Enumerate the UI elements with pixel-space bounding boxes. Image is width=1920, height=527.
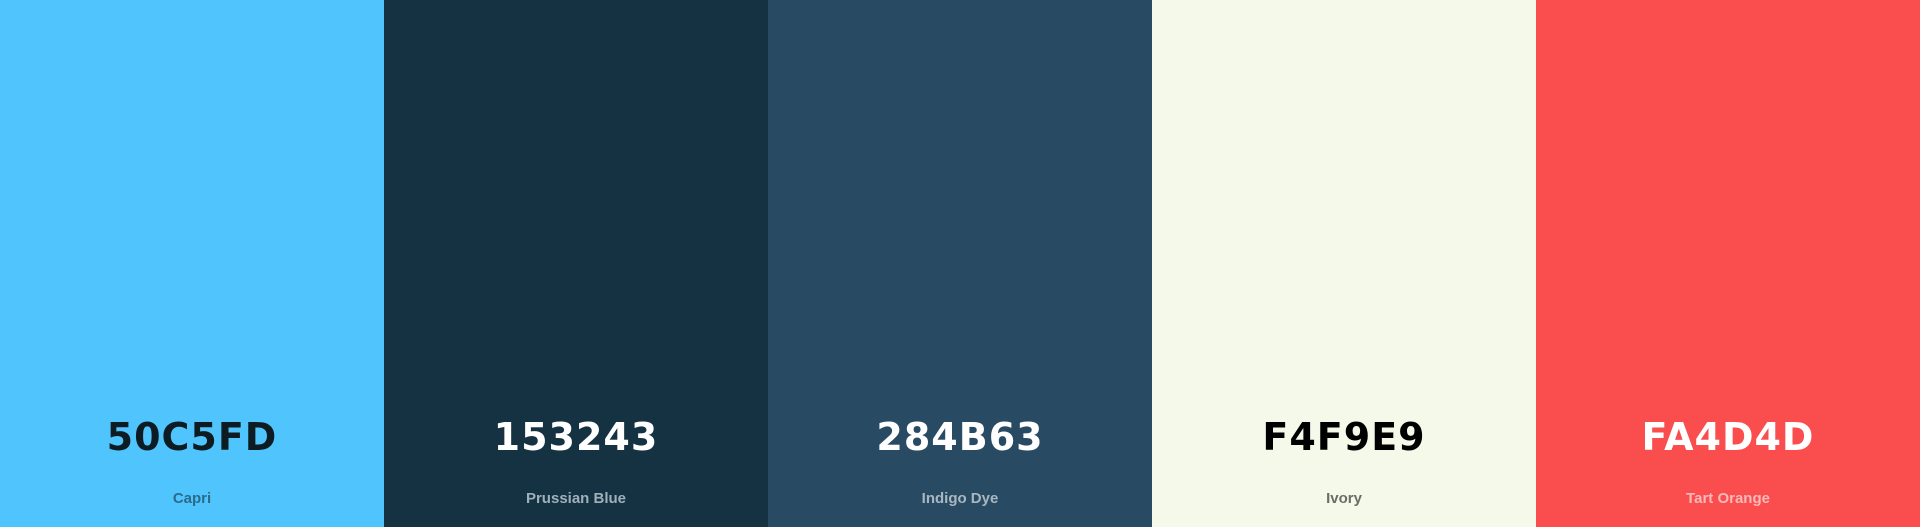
swatch-color-name: Prussian Blue xyxy=(525,490,627,507)
swatch-tart-orange[interactable]: FA4D4D Tart Orange xyxy=(1536,0,1920,527)
swatch-hex-code[interactable]: F4F9E9 xyxy=(1152,413,1536,461)
swatch-hex-code[interactable]: FA4D4D xyxy=(1536,413,1920,461)
swatch-prussian-blue[interactable]: 153243 Prussian Blue xyxy=(384,0,768,527)
swatch-indigo-dye[interactable]: 284B63 Indigo Dye xyxy=(768,0,1152,527)
swatch-hex-code[interactable]: 153243 xyxy=(384,413,768,461)
swatch-capri[interactable]: 50C5FD Capri xyxy=(0,0,384,527)
swatch-hex-code[interactable]: 284B63 xyxy=(768,413,1152,461)
swatch-ivory[interactable]: F4F9E9 Ivory xyxy=(1152,0,1536,527)
swatch-color-name: Capri xyxy=(172,490,212,507)
swatch-color-name: Tart Orange xyxy=(1686,490,1770,507)
color-palette: 50C5FD Capri 153243 Prussian Blue 284B63… xyxy=(0,0,1920,527)
swatch-color-name: Ivory xyxy=(1326,490,1362,507)
swatch-color-name: Indigo Dye xyxy=(921,490,999,507)
swatch-hex-code[interactable]: 50C5FD xyxy=(0,413,384,461)
